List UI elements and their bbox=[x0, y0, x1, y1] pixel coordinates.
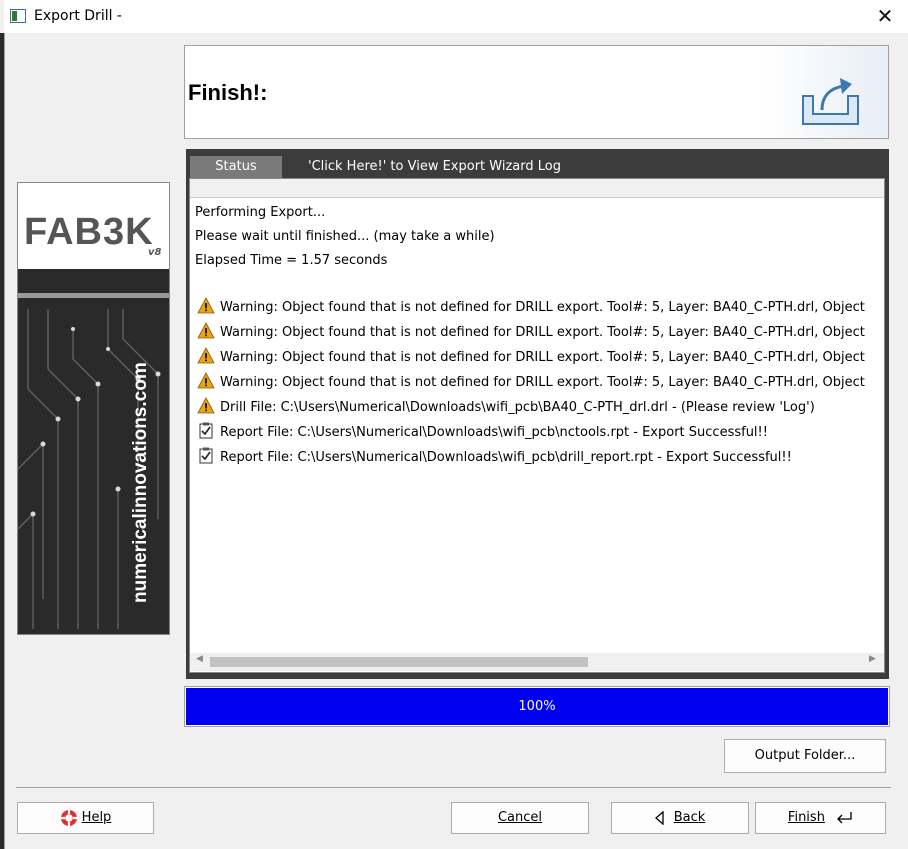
back-button[interactable]: Back bbox=[611, 802, 749, 834]
brand-logo: FAB3K bbox=[24, 211, 154, 253]
progress-label: 100% bbox=[518, 699, 556, 714]
warning-icon bbox=[197, 297, 215, 314]
close-button[interactable]: ✕ bbox=[862, 0, 908, 33]
warning-icon bbox=[197, 347, 215, 364]
export-icon bbox=[802, 78, 859, 125]
log-line: Performing Export... bbox=[195, 205, 326, 220]
warning-icon bbox=[197, 397, 215, 414]
cancel-label: Cancel bbox=[497, 810, 543, 825]
log-line: Elapsed Time = 1.57 seconds bbox=[195, 253, 388, 268]
log-header-bar bbox=[190, 179, 884, 198]
page-title: Finish!: bbox=[188, 80, 268, 105]
brand-url: numericalinnovations.com bbox=[130, 362, 151, 603]
window-title: Export Drill - bbox=[34, 8, 122, 24]
warning-icon bbox=[197, 372, 215, 389]
log-entry: Report File: C:\Users\Numerical\Download… bbox=[220, 425, 768, 440]
enter-key-icon bbox=[837, 811, 852, 823]
banner-divider bbox=[18, 293, 169, 298]
warning-icon bbox=[197, 322, 215, 339]
cancel-button[interactable]: Cancel bbox=[451, 802, 589, 834]
back-arrow-icon bbox=[654, 810, 664, 825]
version-label: v8 bbox=[148, 247, 162, 258]
background-strip bbox=[0, 33, 4, 849]
title-bar bbox=[4, 0, 908, 33]
app-icon bbox=[10, 9, 26, 23]
output-folder-label: Output Folder... bbox=[754, 748, 856, 763]
back-label: Back bbox=[673, 810, 706, 825]
log-entry: Warning: Object found that is not define… bbox=[220, 325, 865, 340]
log-line: Please wait until finished... (may take … bbox=[195, 229, 495, 244]
log-entry: Warning: Object found that is not define… bbox=[220, 300, 865, 315]
log-entry: Warning: Object found that is not define… bbox=[220, 375, 865, 390]
log-entry: Warning: Object found that is not define… bbox=[220, 350, 865, 365]
tab-status[interactable]: Status bbox=[190, 156, 282, 178]
tab-view-log[interactable]: 'Click Here!' to View Export Wizard Log bbox=[308, 159, 561, 174]
checklist-icon bbox=[199, 422, 213, 439]
checklist-icon bbox=[199, 447, 213, 464]
help-button[interactable]: Help bbox=[17, 802, 154, 834]
log-entry: Report File: C:\Users\Numerical\Download… bbox=[220, 450, 792, 465]
output-folder-button[interactable]: Output Folder... bbox=[724, 739, 886, 773]
lifebuoy-icon bbox=[60, 809, 77, 826]
brand-banner: FAB3K v8 numericalinnovations.com bbox=[17, 182, 170, 635]
scroll-right-icon[interactable]: ▶ bbox=[869, 654, 876, 664]
help-label: Help bbox=[81, 810, 112, 825]
scrollbar-thumb[interactable] bbox=[210, 657, 588, 667]
scroll-left-icon[interactable]: ◀ bbox=[196, 654, 203, 664]
footer-divider bbox=[16, 787, 891, 788]
log-entry: Drill File: C:\Users\Numerical\Downloads… bbox=[220, 400, 815, 415]
finish-button[interactable]: Finish bbox=[755, 802, 886, 834]
finish-label: Finish bbox=[787, 810, 825, 825]
